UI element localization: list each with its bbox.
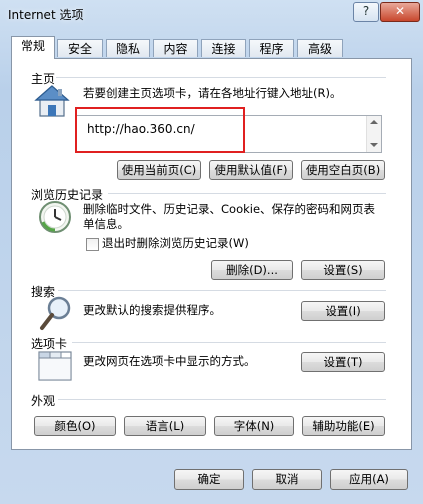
close-button[interactable]: ✕	[380, 2, 420, 22]
tab-security[interactable]: 安全	[57, 39, 103, 57]
languages-button[interactable]: 语言(L)	[124, 416, 206, 436]
annotation-highlight	[75, 107, 245, 153]
tab-privacy[interactable]: 隐私	[106, 39, 150, 57]
scroll-down-icon	[370, 143, 378, 147]
tab-programs[interactable]: 程序	[249, 39, 294, 57]
appearance-section-title: 外观	[31, 394, 56, 408]
title-bar: Internet 选项 ? ✕	[0, 0, 423, 28]
use-blank-button[interactable]: 使用空白页(B)	[301, 160, 385, 180]
tab-strip: 常规 安全 隐私 内容 连接 程序 高级	[11, 36, 411, 59]
house-icon	[34, 85, 70, 117]
apply-button[interactable]: 应用(A)	[330, 469, 408, 490]
history-divider	[108, 193, 386, 194]
fonts-button[interactable]: 字体(N)	[214, 416, 294, 436]
tab-content[interactable]: 内容	[153, 39, 198, 57]
delete-history-button[interactable]: 删除(D)...	[211, 260, 293, 280]
colors-button[interactable]: 颜色(O)	[34, 416, 116, 436]
search-settings-button[interactable]: 设置(I)	[301, 301, 385, 321]
tab-connections[interactable]: 连接	[201, 39, 246, 57]
delete-on-exit-checkbox[interactable]	[86, 238, 99, 251]
history-settings-button[interactable]: 设置(S)	[301, 260, 385, 280]
ok-button[interactable]: 确定	[174, 469, 244, 490]
cancel-button[interactable]: 取消	[252, 469, 322, 490]
clock-icon	[39, 201, 71, 233]
appearance-divider	[58, 399, 386, 400]
delete-on-exit-label[interactable]: 退出时删除浏览历史记录(W)	[102, 236, 249, 251]
use-default-button[interactable]: 使用默认值(F)	[209, 160, 293, 180]
tab-advanced[interactable]: 高级	[297, 39, 343, 57]
tab-general[interactable]: 常规	[11, 36, 55, 59]
tabs-divider	[72, 342, 386, 343]
search-divider	[58, 290, 386, 291]
help-button[interactable]: ?	[353, 2, 379, 22]
magnifier-icon	[40, 296, 71, 330]
home-divider	[56, 77, 386, 78]
tabs-description: 更改网页在选项卡中显示的方式。	[83, 354, 256, 368]
use-current-button[interactable]: 使用当前页(C)	[117, 160, 201, 180]
scroll-up-icon	[370, 120, 378, 124]
home-description: 若要创建主页选项卡，请在各地址行键入地址(R)。	[83, 86, 342, 100]
search-description: 更改默认的搜索提供程序。	[83, 303, 221, 317]
tabs-settings-button[interactable]: 设置(T)	[301, 352, 385, 372]
window-title: Internet 选项	[8, 8, 84, 22]
history-description: 删除临时文件、历史记录、Cookie、保存的密码和网页表单信息。	[83, 202, 376, 231]
tabs-icon	[38, 351, 72, 381]
url-scrollbar[interactable]	[366, 116, 381, 152]
accessibility-button[interactable]: 辅助功能(E)	[302, 416, 385, 436]
